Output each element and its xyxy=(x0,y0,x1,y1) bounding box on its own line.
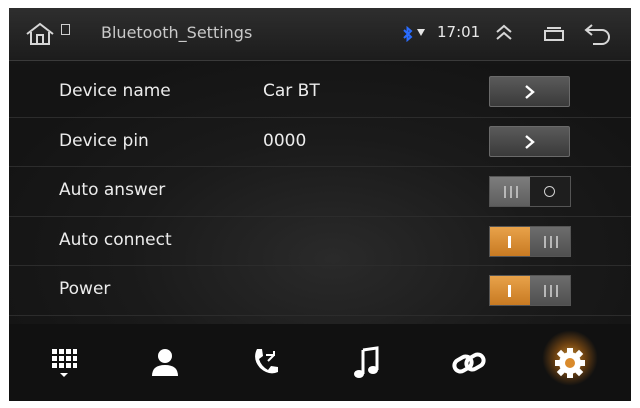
device-name-value: Car BT xyxy=(263,81,320,101)
music-icon[interactable] xyxy=(353,346,387,380)
recent-apps-icon[interactable] xyxy=(543,25,565,43)
chevron-right-icon xyxy=(525,85,535,99)
bluetooth-icon xyxy=(401,25,415,43)
toggle-on-indicator xyxy=(490,276,530,306)
home-icon[interactable] xyxy=(25,22,55,46)
auto-answer-label: Auto answer xyxy=(59,180,166,201)
power-toggle[interactable] xyxy=(489,275,571,307)
toggle-off-indicator xyxy=(530,177,570,207)
power-label: Power xyxy=(59,279,111,300)
bottom-nav xyxy=(9,324,631,401)
auto-answer-toggle[interactable] xyxy=(489,176,571,208)
device-pin-value: 0000 xyxy=(263,130,307,151)
toggle-thumb xyxy=(490,177,530,207)
settings-icon[interactable] xyxy=(553,346,587,380)
page-title: Bluetooth_Settings xyxy=(101,23,253,42)
setting-row-device-name: Device name Car BT xyxy=(9,68,631,118)
auto-connect-toggle[interactable] xyxy=(489,225,571,257)
wifi-icon xyxy=(417,29,425,36)
setting-row-auto-connect: Auto connect xyxy=(9,217,631,267)
toggle-thumb xyxy=(530,226,570,256)
dialpad-icon[interactable] xyxy=(49,346,83,380)
chevron-up-icon[interactable] xyxy=(495,22,513,44)
call-log-icon[interactable] xyxy=(249,346,283,380)
edit-device-pin-button[interactable] xyxy=(489,125,570,157)
settings-list: Device name Car BT Device pin 0000 Auto … xyxy=(9,68,631,316)
setting-row-power: Power xyxy=(9,266,631,316)
bluetooth-settings-screen: Bluetooth_Settings 17:01 Device name Car… xyxy=(9,8,631,401)
sim-icon xyxy=(61,24,70,35)
auto-connect-label: Auto connect xyxy=(59,229,172,250)
toggle-thumb xyxy=(530,276,570,306)
edit-device-name-button[interactable] xyxy=(489,76,570,107)
device-name-label: Device name xyxy=(59,81,171,101)
setting-row-auto-answer: Auto answer xyxy=(9,167,631,217)
status-bar: Bluetooth_Settings 17:01 xyxy=(9,8,631,61)
back-icon[interactable] xyxy=(583,21,613,47)
link-icon[interactable] xyxy=(451,346,486,380)
toggle-on-indicator xyxy=(490,226,530,256)
clock: 17:01 xyxy=(437,23,481,41)
setting-row-device-pin: Device pin 0000 xyxy=(9,118,631,168)
contacts-icon[interactable] xyxy=(149,346,183,380)
device-pin-label: Device pin xyxy=(59,130,149,151)
chevron-right-icon xyxy=(525,134,535,149)
